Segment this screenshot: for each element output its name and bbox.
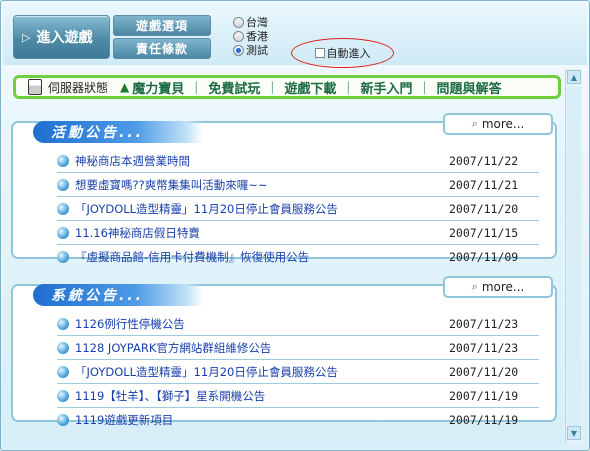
radio-test[interactable]	[233, 44, 244, 56]
list-item[interactable]: 1126例行性停機公告 2007/11/23	[57, 312, 539, 336]
bullet-icon	[57, 178, 69, 191]
item-title[interactable]: 1119【牡羊】、【獅子】星系開機公告	[75, 388, 449, 404]
item-date: 2007/11/22	[449, 153, 519, 168]
item-date: 2007/11/23	[449, 340, 519, 355]
item-title[interactable]: 1128 JOYPARK官方網站群組維修公告	[75, 340, 449, 356]
events-header: 活動公告...	[33, 121, 203, 143]
scroll-up-icon[interactable]: ▲	[567, 70, 581, 84]
system-header: 系統公告...	[33, 284, 203, 306]
list-item[interactable]: 1119遊戲更新項目 2007/11/19	[57, 408, 539, 432]
nav-link-free-trial[interactable]: 免費試玩	[198, 78, 270, 97]
item-title[interactable]: 1119遊戲更新項目	[75, 412, 449, 428]
list-item[interactable]: 1128 JOYPARK官方網站群組維修公告 2007/11/23	[57, 336, 539, 360]
bullet-icon	[57, 202, 69, 215]
enter-game-label: 進入遊戲	[36, 30, 93, 46]
system-more-button[interactable]: ⌕ more...	[443, 276, 553, 298]
server-option-hongkong[interactable]: 香港	[233, 29, 268, 43]
search-icon: ⌕	[471, 280, 478, 293]
auto-enter-checkbox[interactable]	[314, 48, 325, 58]
system-list: 1126例行性停機公告 2007/11/23 1128 JOYPARK官方網站群…	[57, 312, 539, 432]
top-bar: ▷ 進入遊戲 遊戲選項 責任條款 台灣 香港 測試 自動進入	[3, 3, 587, 68]
bullet-icon	[57, 317, 69, 330]
scroll-down-icon[interactable]: ▼	[567, 426, 581, 440]
list-item[interactable]: 「JOYDOLL造型精靈」11月20日停止會員服務公告 2007/11/20	[57, 360, 539, 384]
scrollbar[interactable]: ▲ ▼	[565, 69, 582, 443]
list-item[interactable]: 1119【牡羊】、【獅子】星系開機公告 2007/11/19	[57, 384, 539, 408]
server-label: 測試	[246, 44, 268, 57]
item-title[interactable]: 1126例行性停機公告	[75, 316, 449, 332]
game-options-button[interactable]: 遊戲選項	[113, 15, 211, 36]
list-item[interactable]: 神秘商店本週營業時間 2007/11/22	[57, 149, 539, 173]
bullet-icon	[57, 226, 69, 239]
bullet-icon	[57, 414, 69, 426]
radio-taiwan[interactable]	[233, 16, 244, 28]
search-icon: ⌕	[471, 117, 478, 130]
home-icon: ▲	[120, 80, 130, 94]
nav-link-faq[interactable]: 問題與解答	[427, 78, 512, 97]
item-date: 2007/11/20	[449, 201, 519, 216]
item-title[interactable]: 想要虛寶嗎??爽幣集集叫活動來囉~~	[75, 177, 449, 193]
item-title[interactable]: 『虛擬商品館-信用卡付費機制』恢復使用公告	[75, 249, 449, 265]
server-status-icon	[28, 79, 42, 95]
list-item[interactable]: 『虛擬商品館-信用卡付費機制』恢復使用公告 2007/11/09	[57, 245, 539, 269]
system-panel: 系統公告... ⌕ more... 1126例行性停機公告 2007/11/23…	[11, 276, 557, 427]
events-list: 神秘商店本週營業時間 2007/11/22 想要虛寶嗎??爽幣集集叫活動來囉~~…	[57, 149, 539, 269]
bullet-icon	[57, 251, 69, 263]
server-status-label: 伺服器狀態	[48, 80, 109, 95]
enter-game-button[interactable]: ▷ 進入遊戲	[13, 15, 110, 59]
launcher-window: ▷ 進入遊戲 遊戲選項 責任條款 台灣 香港 測試 自動進入 ▲ ▼ 伺服器狀態…	[0, 0, 590, 451]
server-selector: 台灣 香港 測試	[233, 15, 268, 57]
item-date: 2007/11/21	[449, 177, 519, 192]
item-date: 2007/11/23	[449, 316, 519, 331]
item-title[interactable]: 「JOYDOLL造型精靈」11月20日停止會員服務公告	[75, 364, 449, 380]
list-item[interactable]: 「JOYDOLL造型精靈」11月20日停止會員服務公告 2007/11/20	[57, 197, 539, 221]
item-date: 2007/11/15	[449, 225, 519, 240]
bullet-icon	[57, 154, 69, 167]
bullet-icon	[57, 365, 69, 378]
item-date: 2007/11/20	[449, 364, 519, 379]
terms-button[interactable]: 責任條款	[113, 38, 211, 59]
bullet-icon	[57, 389, 69, 402]
side-buttons: 遊戲選項 責任條款	[113, 15, 211, 61]
item-title[interactable]: 11.16神秘商店假日特賣	[75, 225, 449, 241]
more-label: more...	[481, 117, 525, 131]
server-status-link[interactable]: 伺服器狀態	[28, 79, 108, 96]
bullet-icon	[57, 341, 69, 354]
events-more-button[interactable]: ⌕ more...	[443, 113, 553, 135]
server-option-test[interactable]: 測試	[233, 43, 268, 57]
nav-link-download[interactable]: 遊戲下載	[274, 78, 346, 97]
scroll-track[interactable]	[567, 87, 581, 427]
nav-link-crossgate[interactable]: 魔力寶貝	[132, 78, 194, 97]
play-triangle-icon: ▷	[22, 30, 31, 44]
item-date: 2007/11/19	[449, 413, 519, 427]
auto-enter-option[interactable]: 自動進入	[291, 38, 394, 68]
more-label: more...	[481, 280, 525, 294]
item-date: 2007/11/19	[449, 388, 519, 403]
events-panel: 活動公告... ⌕ more... 神秘商店本週營業時間 2007/11/22 …	[11, 113, 557, 264]
list-item[interactable]: 想要虛寶嗎??爽幣集集叫活動來囉~~ 2007/11/21	[57, 173, 539, 197]
item-date: 2007/11/09	[449, 250, 519, 264]
list-item[interactable]: 11.16神秘商店假日特賣 2007/11/15	[57, 221, 539, 245]
nav-bar: 伺服器狀態 ▲ 魔力寶貝 | 免費試玩 | 遊戲下載 | 新手入門 | 問題與解…	[13, 75, 561, 99]
item-title[interactable]: 「JOYDOLL造型精靈」11月20日停止會員服務公告	[75, 201, 449, 217]
server-option-taiwan[interactable]: 台灣	[233, 15, 268, 29]
radio-hongkong[interactable]	[233, 30, 244, 42]
item-title[interactable]: 神秘商店本週營業時間	[75, 153, 449, 169]
nav-link-beginner[interactable]: 新手入門	[350, 78, 422, 97]
auto-enter-label: 自動進入	[326, 47, 371, 60]
